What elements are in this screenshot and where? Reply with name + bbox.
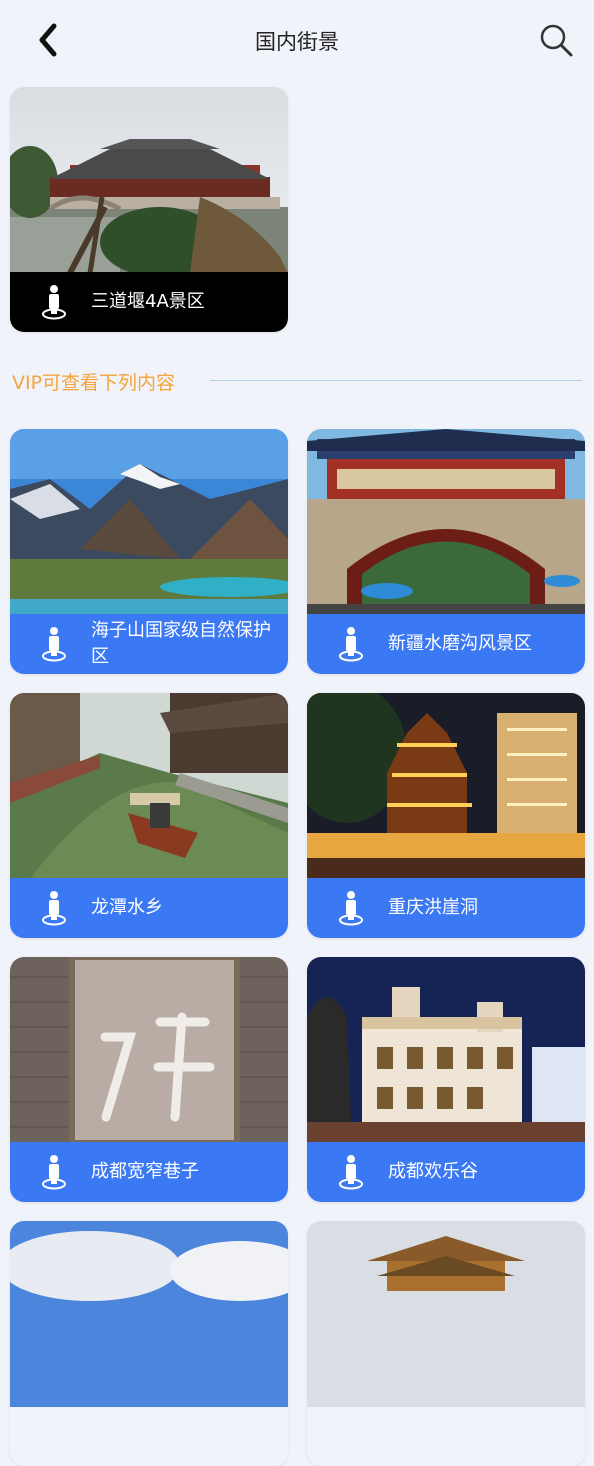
spot-photo bbox=[10, 1221, 288, 1407]
section-divider bbox=[210, 380, 582, 381]
section-title: VIP可查看下列内容 bbox=[12, 372, 176, 394]
search-icon bbox=[540, 24, 573, 57]
spot-photo bbox=[307, 957, 585, 1143]
person-pin-icon bbox=[339, 891, 363, 926]
featured-photo bbox=[10, 87, 288, 273]
person-pin-icon bbox=[42, 1155, 66, 1190]
spot-label: 成都宽窄巷子 bbox=[91, 1161, 199, 1182]
spot-card-longtan[interactable]: 龙潭水乡 bbox=[10, 693, 288, 938]
spot-label: 龙潭水乡 bbox=[91, 897, 163, 918]
spot-photo bbox=[307, 693, 585, 879]
spot-card-kuanzhai[interactable]: 成都宽窄巷子 bbox=[10, 957, 288, 1202]
page-title: 国内街景 bbox=[255, 30, 339, 54]
spot-photo bbox=[10, 429, 288, 615]
spot-photo bbox=[10, 957, 288, 1143]
spot-caption: 新疆水磨沟风景区 bbox=[307, 614, 585, 674]
spot-photo bbox=[10, 693, 288, 879]
person-pin-icon bbox=[339, 627, 363, 662]
featured-label: 三道堰4A景区 bbox=[91, 291, 205, 312]
spot-caption: 重庆洪崖洞 bbox=[307, 878, 585, 938]
spot-caption: 成都欢乐谷 bbox=[307, 1142, 585, 1202]
spot-card-partial-right[interactable] bbox=[307, 1221, 585, 1466]
spot-photo bbox=[307, 429, 585, 615]
spot-caption: 龙潭水乡 bbox=[10, 878, 288, 938]
top-bar: 国内街景 bbox=[0, 0, 594, 80]
person-pin-icon bbox=[42, 285, 66, 320]
spot-card-shuimogou[interactable]: 新疆水磨沟风景区 bbox=[307, 429, 585, 674]
spot-card-haizishan[interactable]: 海子山国家级自然保护区 bbox=[10, 429, 288, 674]
search-button[interactable] bbox=[536, 20, 576, 60]
spot-label: 成都欢乐谷 bbox=[388, 1161, 478, 1182]
person-pin-icon bbox=[42, 891, 66, 926]
featured-card-sandaoyan[interactable]: 三道堰4A景区 bbox=[10, 87, 288, 332]
spot-caption: 成都宽窄巷子 bbox=[10, 1142, 288, 1202]
person-pin-icon bbox=[42, 627, 66, 662]
spot-photo bbox=[307, 1221, 585, 1407]
spot-caption: 海子山国家级自然保护区 bbox=[10, 614, 288, 674]
spot-card-huanlegu[interactable]: 成都欢乐谷 bbox=[307, 957, 585, 1202]
spot-label: 重庆洪崖洞 bbox=[388, 897, 478, 918]
person-pin-icon bbox=[339, 1155, 363, 1190]
spot-label: 海子山国家级自然保护区 bbox=[91, 620, 271, 667]
featured-caption: 三道堰4A景区 bbox=[10, 272, 288, 332]
spot-card-hongyadong[interactable]: 重庆洪崖洞 bbox=[307, 693, 585, 938]
spot-card-partial-left[interactable] bbox=[10, 1221, 288, 1466]
spot-label: 新疆水磨沟风景区 bbox=[388, 633, 532, 654]
